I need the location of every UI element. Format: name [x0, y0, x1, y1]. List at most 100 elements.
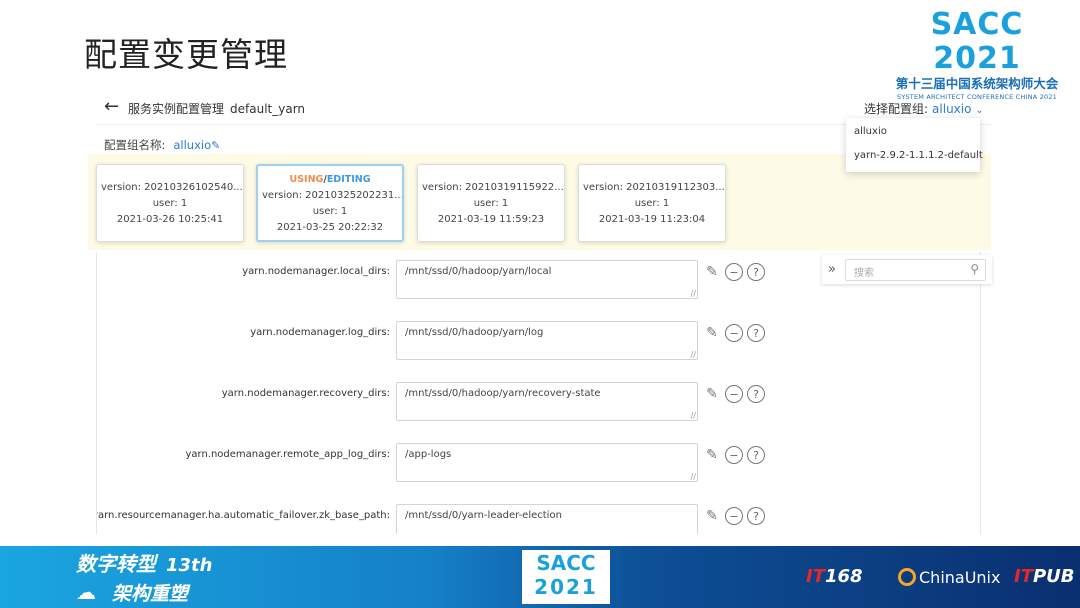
group-select-label: 选择配置组: [864, 102, 929, 116]
conference-banner: 数字转型 13th ☁ 架构重塑 SACC 2021 IT168 ChinaUni… [0, 546, 1080, 608]
config-group-select[interactable]: 选择配置组: alluxio ⌄ [864, 100, 984, 117]
sponsor-chinaunix-text: ChinaUnix [919, 568, 1001, 587]
remove-icon[interactable]: − [725, 385, 743, 403]
property-value-input[interactable]: /mnt/ssd/0/yarn-leader-election∕∕ [396, 504, 698, 534]
property-value: /mnt/ssd/0/yarn-leader-election [405, 510, 562, 521]
property-key: yarn.nodemanager.log_dirs: [250, 327, 390, 338]
dropdown-option-yarn-default[interactable]: yarn-2.9.2-1.1.1.2-default [846, 144, 983, 168]
version-card[interactable]: version: 20210319112303... user: 1 2021-… [578, 164, 726, 242]
help-icon[interactable]: ? [747, 324, 765, 342]
group-name-label: 配置组名称: [104, 138, 166, 152]
version-card[interactable]: version: 20210326102540... user: 1 2021-… [96, 164, 244, 242]
properties-panel: yarn.nodemanager.local_dirs: /mnt/ssd/0/… [96, 252, 981, 534]
property-row: yarn.nodemanager.remote_app_log_dirs: /a… [97, 437, 980, 482]
property-value-input[interactable]: /mnt/ssd/0/hadoop/yarn/local ∕∕ [396, 260, 698, 299]
property-value-input[interactable]: /mnt/ssd/0/hadoop/yarn/log ∕∕ [396, 321, 698, 360]
search-icon[interactable]: ⚲ [970, 262, 979, 276]
edit-icon[interactable]: ✎ [703, 324, 721, 342]
version-id: version: 20210319112303... [583, 182, 725, 193]
sacc-logo: SACC 2021 第十三届中国系统架构师大会 SYSTEM ARCHITECT… [888, 8, 1066, 102]
help-icon[interactable]: ? [747, 507, 765, 525]
breadcrumb: 服务实例配置管理 default_yarn [128, 100, 305, 117]
sacc-badge: SACC 2021 [522, 550, 610, 604]
remove-icon[interactable]: − [725, 446, 743, 464]
banner-slogan: 数字转型 13th [76, 552, 212, 578]
double-chevron-right-icon[interactable]: » [822, 262, 842, 277]
version-user: user: 1 [152, 198, 188, 209]
sponsor-chinaunix: ChinaUnix [898, 568, 1000, 587]
search-placeholder: 搜索 [854, 267, 874, 279]
status-editing: EDITING [326, 174, 371, 185]
group-name-row: 配置组名称: alluxio✎ [104, 137, 220, 153]
version-card-active[interactable]: USING/EDITING version: 20210325202231...… [256, 164, 404, 242]
slogan-edition: 13th [166, 555, 213, 576]
badge-title: SACC [536, 551, 596, 575]
cloud-icon: ☁ [76, 580, 96, 604]
sponsor-itpub: ITPUB [1014, 566, 1075, 587]
sponsor-it168: IT168 [806, 566, 863, 587]
row-actions: ✎ − ? [703, 446, 765, 464]
property-key: yarn.nodemanager.remote_app_log_dirs: [185, 449, 390, 460]
sponsor-itpub-b: PUB [1032, 566, 1075, 587]
edit-icon[interactable]: ✎ [211, 139, 220, 152]
row-actions: ✎ − ? [703, 324, 765, 342]
property-value: /mnt/ssd/0/hadoop/yarn/recovery-state [405, 388, 601, 399]
property-value: /app-logs [405, 449, 452, 460]
config-group-dropdown: alluxio yarn-2.9.2-1.1.1.2-default [846, 118, 983, 172]
resize-handle-icon[interactable]: ∕∕ [691, 290, 696, 298]
version-time: 2021-03-19 11:59:23 [437, 214, 545, 225]
property-key: yarn.resourcemanager.ha.automatic_failov… [96, 510, 390, 521]
help-icon[interactable]: ? [747, 446, 765, 464]
version-id: version: 20210326102540... [101, 182, 243, 193]
edit-icon[interactable]: ✎ [703, 507, 721, 525]
group-select-value[interactable]: alluxio [932, 102, 971, 116]
help-icon[interactable]: ? [747, 385, 765, 403]
version-time: 2021-03-26 10:25:41 [116, 214, 224, 225]
resize-handle-icon[interactable]: ∕∕ [691, 473, 696, 481]
version-id: version: 20210325202231... [262, 190, 402, 201]
search-panel: » 搜索 ⚲ [822, 255, 992, 284]
row-actions: ✎ − ? [703, 263, 765, 281]
row-actions: ✎ − ? [703, 385, 765, 403]
remove-icon[interactable]: − [725, 263, 743, 281]
sponsor-itpub-a: IT [1014, 566, 1033, 587]
status-using: USING [289, 174, 324, 185]
resize-handle-icon[interactable]: ∕∕ [691, 351, 696, 359]
sponsor-it168-a: IT [806, 566, 825, 587]
property-row: yarn.nodemanager.log_dirs: /mnt/ssd/0/ha… [97, 315, 980, 360]
property-key: yarn.nodemanager.local_dirs: [242, 266, 390, 277]
edit-icon[interactable]: ✎ [703, 446, 721, 464]
edit-icon[interactable]: ✎ [703, 385, 721, 403]
edit-icon[interactable]: ✎ [703, 263, 721, 281]
property-value-input[interactable]: /app-logs ∕∕ [396, 443, 698, 482]
version-id: version: 20210319115922... [422, 182, 564, 193]
dropdown-option-alluxio[interactable]: alluxio [846, 120, 980, 144]
slogan-line1: 数字转型 [76, 552, 156, 576]
breadcrumb-instance: default_yarn [230, 102, 306, 116]
version-time: 2021-03-19 11:23:04 [598, 214, 706, 225]
remove-icon[interactable]: − [725, 324, 743, 342]
row-actions: ✎ − ? [703, 507, 765, 525]
help-icon[interactable]: ? [747, 263, 765, 281]
logo-cn: 第十三届中国系统架构师大会 [895, 76, 1059, 91]
version-user: user: 1 [312, 206, 348, 217]
chinaunix-logo-icon [898, 568, 916, 586]
version-user: user: 1 [473, 198, 509, 209]
property-value: /mnt/ssd/0/hadoop/yarn/log [405, 327, 544, 338]
badge-year: 2021 [534, 575, 598, 599]
slide-title: 配置变更管理 [84, 35, 288, 74]
property-value-input[interactable]: /mnt/ssd/0/hadoop/yarn/recovery-state ∕∕ [396, 382, 698, 421]
arrow-left-icon[interactable]: ← [104, 96, 119, 117]
resize-handle-icon[interactable]: ∕∕ [691, 412, 696, 420]
logo-title: SACC 2021 [930, 7, 1024, 76]
version-user: user: 1 [634, 198, 670, 209]
slogan-line2: 架构重塑 [112, 583, 189, 605]
breadcrumb-page: 服务实例配置管理 [128, 102, 225, 116]
search-input[interactable]: 搜索 ⚲ [845, 258, 986, 281]
chevron-down-icon[interactable]: ⌄ [975, 105, 983, 116]
group-name-value: alluxio [173, 138, 212, 152]
version-card[interactable]: version: 20210319115922... user: 1 2021-… [417, 164, 565, 242]
sponsor-it168-b: 168 [824, 566, 863, 587]
property-row: yarn.nodemanager.recovery_dirs: /mnt/ssd… [97, 376, 980, 421]
remove-icon[interactable]: − [725, 507, 743, 525]
